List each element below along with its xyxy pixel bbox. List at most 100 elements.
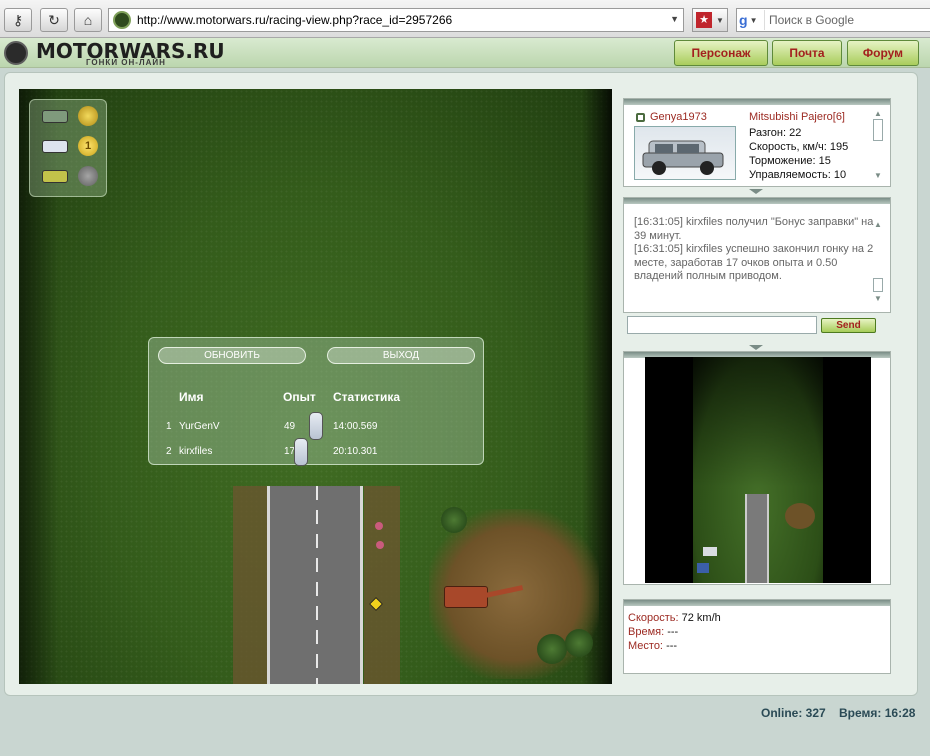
nav-forum-button[interactable]: Форум xyxy=(847,40,919,66)
refresh-button[interactable]: ОБНОВИТЬ xyxy=(158,347,306,364)
race-info-panel: Скорость: 72 km/h Время: --- Место: --- xyxy=(623,599,891,674)
chat-message: [16:31:05] kirxfiles получил "Бонус запр… xyxy=(634,216,874,242)
chat-log: [16:31:05] kirxfiles получил "Бонус запр… xyxy=(634,216,874,284)
position-badge xyxy=(78,106,98,126)
scrollbar-thumb[interactable] xyxy=(873,278,883,292)
reload-icon[interactable]: ↻ xyxy=(40,8,68,32)
nav-character-button[interactable]: Персонаж xyxy=(674,40,768,66)
minimap-marker-icon xyxy=(697,563,709,573)
bookmark-button[interactable]: ★ ▼ xyxy=(692,8,728,32)
flower xyxy=(376,541,384,549)
race-view: 1 ОБНОВИТЬ ВЫХОД Имя Опыт Статистика 1 Y… xyxy=(19,89,612,684)
panel-header-bar xyxy=(624,99,890,105)
result-place: 2 xyxy=(166,446,172,457)
key-icon[interactable]: ⚷ xyxy=(4,8,32,32)
search-placeholder: Поиск в Google xyxy=(769,13,854,27)
site-favicon-icon xyxy=(113,11,131,29)
car-icon xyxy=(294,438,308,466)
speed-value: 72 km/h xyxy=(681,612,721,624)
server-time: Время: 16:28 xyxy=(839,706,916,720)
chat-message: [16:31:05] kirxfiles успешно закончил го… xyxy=(634,243,874,282)
tree xyxy=(441,507,467,533)
chevron-down-icon[interactable]: ▼ xyxy=(670,14,679,24)
site-header: MOTORWARS.RU ГОНКИ ОН-ЛАЙН Персонаж Почт… xyxy=(0,38,930,68)
scroll-up-icon[interactable]: ▲ xyxy=(874,220,882,229)
column-header-name: Имя xyxy=(179,390,204,404)
address-bar[interactable]: http://www.motorwars.ru/racing-view.php?… xyxy=(108,8,684,32)
minimap-fog xyxy=(645,357,871,487)
online-count: Online: 327 xyxy=(761,706,826,720)
exit-button[interactable]: ВЫХОД xyxy=(327,347,475,364)
player-name-link[interactable]: Genya1973 xyxy=(650,111,707,123)
time-row: Время: --- xyxy=(628,626,678,638)
browser-toolbar: ⚷ ↻ ⌂ http://www.motorwars.ru/racing-vie… xyxy=(0,0,930,38)
scrollbar-thumb[interactable] xyxy=(873,119,883,141)
minimap xyxy=(645,357,871,583)
car-image xyxy=(634,126,736,180)
result-time: 20:10.301 xyxy=(333,446,378,457)
stat-handling: Управляемость: 10 xyxy=(749,169,847,181)
column-header-stats: Статистика xyxy=(333,390,401,404)
time-label: Время: xyxy=(628,626,665,638)
speed-row: Скорость: 72 km/h xyxy=(628,612,721,624)
scroll-up-icon[interactable]: ▲ xyxy=(874,109,882,118)
link-icon xyxy=(636,113,645,122)
place-label: Место: xyxy=(628,640,663,652)
stat-acceleration: Разгон: 22 xyxy=(749,127,802,139)
send-button[interactable]: Send xyxy=(821,318,876,333)
minimap-road xyxy=(745,494,769,583)
tree xyxy=(565,629,593,657)
result-name: YurGenV xyxy=(179,421,220,432)
car-icon xyxy=(309,412,323,440)
home-icon[interactable]: ⌂ xyxy=(74,8,102,32)
result-time: 14:00.569 xyxy=(333,421,378,432)
nav-mail-button[interactable]: Почта xyxy=(772,40,842,66)
google-icon[interactable]: g ▼ xyxy=(739,10,765,30)
flower xyxy=(375,522,383,530)
stat-speed: Скорость, км/ч: 195 xyxy=(749,141,849,153)
suv-icon xyxy=(642,140,724,175)
scroll-down-icon[interactable]: ▼ xyxy=(874,294,882,303)
position-badge xyxy=(78,166,98,186)
position-row xyxy=(40,106,102,128)
car-name-link[interactable]: Mitsubishi Pajero[6] xyxy=(749,111,845,123)
tree xyxy=(537,634,567,664)
position-row: 1 xyxy=(40,136,102,158)
result-name: kirxfiles xyxy=(179,446,213,457)
panel-header-bar xyxy=(624,600,890,606)
stat-braking: Торможение: 15 xyxy=(749,155,831,167)
chevron-down-icon xyxy=(749,345,763,350)
site-logo-subtitle: ГОНКИ ОН-ЛАЙН xyxy=(86,58,166,67)
logo-icon xyxy=(4,41,28,65)
search-input[interactable]: g ▼ Поиск в Google xyxy=(736,8,930,32)
result-exp: 49 xyxy=(284,421,296,432)
chevron-down-icon: ▼ xyxy=(716,15,724,25)
time-value: --- xyxy=(667,626,679,638)
road-centerline xyxy=(316,486,318,684)
minimap-car-icon xyxy=(703,547,717,556)
chat-input[interactable] xyxy=(627,316,817,334)
player-scrollbar[interactable]: ▲ ▼ xyxy=(872,109,884,181)
place-row: Место: --- xyxy=(628,640,677,652)
panel-header-bar xyxy=(624,198,890,204)
position-badge: 1 xyxy=(78,136,98,156)
player-panel: Genya1973 Mitsubishi Pajero[6] Разгон: 2… xyxy=(623,98,891,187)
road xyxy=(267,486,363,684)
place-value: --- xyxy=(666,640,678,652)
minimap-dirt xyxy=(785,503,815,529)
url-text: http://www.motorwars.ru/racing-view.php?… xyxy=(137,13,453,27)
position-row xyxy=(40,166,102,188)
chat-scrollbar[interactable]: ▲ ▼ xyxy=(872,220,884,303)
result-place: 1 xyxy=(166,421,172,432)
car-icon xyxy=(42,140,68,153)
excavator xyxy=(444,586,488,608)
positions-panel: 1 xyxy=(29,99,107,197)
race-results-panel: ОБНОВИТЬ ВЫХОД Имя Опыт Статистика 1 Yur… xyxy=(148,337,484,466)
speed-label: Скорость: xyxy=(628,612,679,624)
star-icon: ★ xyxy=(696,12,712,28)
chat-panel: [16:31:05] kirxfiles получил "Бонус запр… xyxy=(623,197,891,313)
scroll-down-icon[interactable]: ▼ xyxy=(874,171,882,180)
car-icon xyxy=(42,170,68,183)
road-shoulder-left xyxy=(233,486,269,684)
road-shoulder-right xyxy=(364,486,400,684)
